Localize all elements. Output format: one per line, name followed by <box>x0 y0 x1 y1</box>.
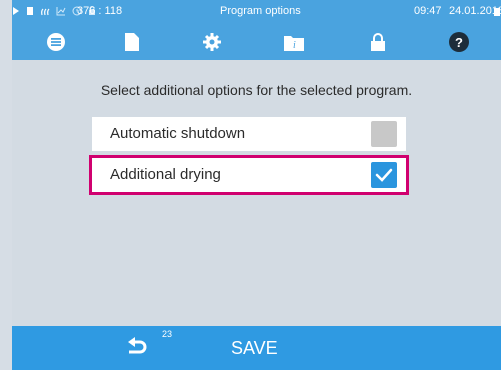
instruction-text: Select additional options for the select… <box>100 82 413 98</box>
coordinate-readout: 376 : 118 <box>77 5 123 17</box>
clock-time: 09:47 <box>414 5 442 17</box>
chart-icon <box>56 6 66 19</box>
bottom-bar: 23 SAVE <box>12 326 501 370</box>
battery-icon <box>494 8 500 16</box>
back-countdown: 23 <box>162 329 173 339</box>
checkmark-icon <box>375 168 393 182</box>
left-edge <box>0 60 12 326</box>
menu-icon[interactable] <box>46 32 66 52</box>
play-icon <box>12 6 20 19</box>
back-arrow-icon <box>128 337 147 354</box>
option-automatic-shutdown[interactable]: Automatic shutdown <box>92 117 406 151</box>
steam-icon <box>40 6 50 19</box>
automatic-shutdown-checkbox[interactable] <box>371 121 397 147</box>
save-button[interactable]: SAVE <box>231 338 278 359</box>
gear-icon[interactable] <box>202 32 222 52</box>
options-panel: Select additional options for the select… <box>12 60 501 326</box>
lock-icon[interactable] <box>368 32 388 52</box>
file-icon <box>26 6 34 19</box>
back-button[interactable] <box>125 336 149 360</box>
info-folder-icon[interactable]: i <box>284 32 304 52</box>
option-label: Additional drying <box>110 166 221 183</box>
status-bar: 376 : 118 Program options 09:47 24.01.20… <box>12 0 501 24</box>
help-icon[interactable]: ? <box>449 32 469 52</box>
svg-text:i: i <box>293 40 296 51</box>
nav-bar: i ? <box>12 24 501 60</box>
option-additional-drying[interactable]: Additional drying <box>89 155 409 195</box>
document-icon[interactable] <box>122 32 142 52</box>
svg-text:?: ? <box>455 35 463 50</box>
screen-title: Program options <box>220 5 301 17</box>
additional-drying-checkbox[interactable] <box>371 162 397 188</box>
option-label: Automatic shutdown <box>110 125 246 142</box>
